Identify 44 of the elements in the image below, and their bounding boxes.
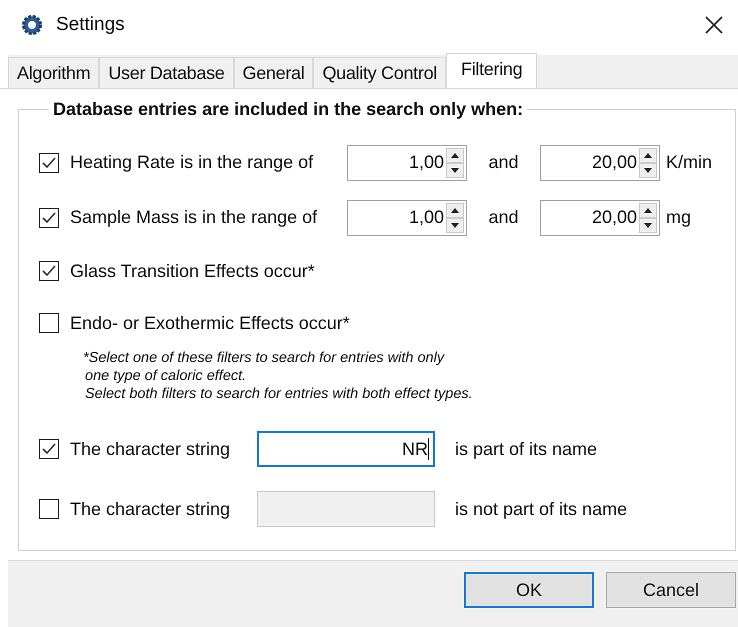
checkbox[interactable] (39, 152, 59, 172)
filter-label: Endo- or Exothermic Effects occur* (70, 312, 350, 334)
note-text: one type of caloric effect. (84, 367, 248, 385)
checkbox[interactable] (39, 439, 59, 459)
filter-label: The character string (70, 438, 232, 460)
spin-arrows-icon[interactable] (446, 202, 464, 232)
spin-field[interactable]: 1,00 (347, 144, 467, 180)
input-field[interactable]: NR (257, 431, 435, 467)
note-text: Select both filters to search for entries with both effect types. (84, 385, 474, 403)
checkmark-icon (41, 210, 57, 226)
dialog-button[interactable]: Cancel (606, 572, 736, 608)
and-label: and (487, 152, 520, 173)
checkmark-icon (41, 263, 57, 279)
checkbox[interactable] (39, 261, 59, 281)
spin-arrows-icon[interactable] (639, 202, 657, 232)
gear-icon (22, 15, 42, 35)
filter-label: Heating Rate is in the range of (70, 152, 314, 173)
tab[interactable]: Algorithm (8, 57, 100, 88)
unit-label: mg (666, 207, 692, 228)
group-title: Database entries are included in the search only when: (52, 99, 524, 120)
checkbox[interactable] (39, 208, 59, 228)
suffix-label: is not part of its name (455, 498, 628, 520)
close-icon[interactable] (704, 15, 724, 35)
spin-arrows-icon[interactable] (639, 148, 657, 178)
spin-field[interactable]: 1,00 (347, 200, 467, 236)
and-label: and (487, 207, 520, 228)
spin-field[interactable]: 20,00 (540, 144, 660, 180)
unit-label: K/min (666, 152, 712, 173)
filter-label: The character string (70, 498, 232, 520)
tab[interactable]: General (234, 57, 314, 88)
checkmark-icon (41, 154, 57, 170)
dialog-button[interactable]: OK (464, 572, 594, 608)
tab[interactable]: Filtering (446, 53, 538, 88)
window-title: Settings (56, 14, 126, 36)
spin-field[interactable]: 20,00 (540, 200, 660, 236)
tab[interactable]: User Database (99, 57, 234, 88)
filter-label: Sample Mass is in the range of (70, 207, 318, 228)
checkmark-icon (41, 441, 57, 457)
filter-label: Glass Transition Effects occur* (70, 260, 315, 282)
note-text: *Select one of these filters to search for entries with only (83, 349, 446, 367)
tab[interactable]: Quality Control (313, 57, 446, 88)
checkbox[interactable] (39, 313, 59, 333)
spin-arrows-icon[interactable] (446, 148, 464, 178)
suffix-label: is part of its name (455, 438, 598, 460)
